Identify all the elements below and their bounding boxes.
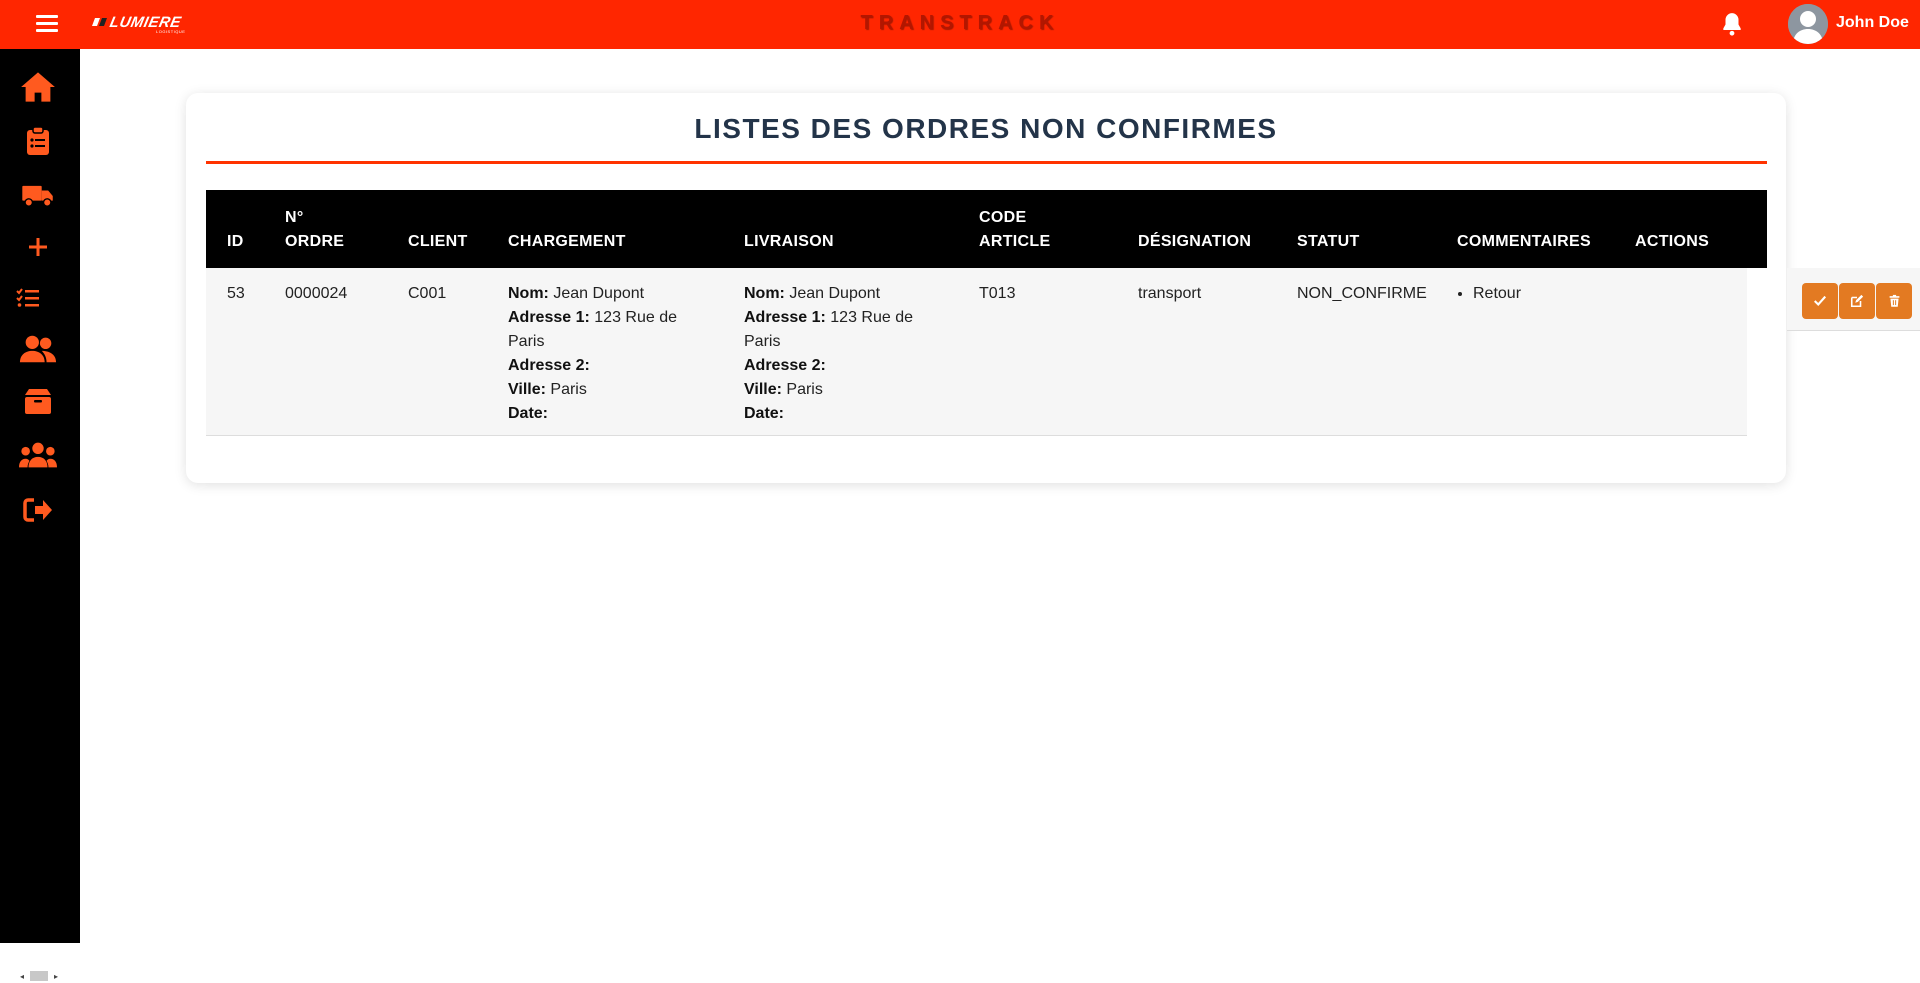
label-nom: Nom: xyxy=(508,285,549,302)
logo-stripes-icon xyxy=(92,18,107,26)
app-brand-title: TRANSTRACK xyxy=(860,12,1060,34)
label-ville: Ville: xyxy=(508,381,546,398)
plus-icon[interactable] xyxy=(18,227,58,267)
logo-subtitle: LOGISTIQUE xyxy=(156,29,186,34)
title-divider xyxy=(206,161,1767,164)
orders-card: LISTES DES ORDRES NON CONFIRMES ID N° OR… xyxy=(186,93,1920,483)
horizontal-scrollbar[interactable]: ◂ ▸ xyxy=(18,969,60,983)
edit-icon xyxy=(1850,294,1864,308)
chargement-ville: Paris xyxy=(550,381,587,398)
menu-toggle-icon[interactable] xyxy=(36,12,58,34)
cell-chargement: Nom: Jean Dupont Adresse 1: 123 Rue de P… xyxy=(508,282,708,426)
box-icon[interactable] xyxy=(18,381,58,421)
table-row: 53 0000024 C001 Nom: Jean Dupont Adresse… xyxy=(206,268,1747,436)
chargement-nom: Jean Dupont xyxy=(553,285,645,302)
header-order-number: N° ORDRE xyxy=(285,206,344,254)
header-client: CLIENT xyxy=(408,233,468,250)
table-header: ID N° ORDRE CLIENT CHARGEMENT LIVRAISON … xyxy=(206,190,1767,268)
comment-item: Retour xyxy=(1473,282,1521,306)
livraison-nom: Jean Dupont xyxy=(789,285,881,302)
header-chargement: CHARGEMENT xyxy=(508,233,626,250)
label-date: Date: xyxy=(508,405,549,422)
tasks-list-icon[interactable] xyxy=(8,278,48,318)
check-icon xyxy=(1814,295,1827,307)
logo[interactable]: LUMIERE LOGISTIQUE xyxy=(92,14,202,36)
delete-button[interactable] xyxy=(1876,283,1912,319)
top-bar: LUMIERE LOGISTIQUE TRANSTRACK John Doe xyxy=(0,0,1920,49)
header-designation: DÉSIGNATION xyxy=(1138,233,1252,250)
cell-client: C001 xyxy=(408,285,447,302)
header-actions: ACTIONS xyxy=(1635,233,1710,250)
group-icon[interactable] xyxy=(18,435,58,475)
label-adresse2: Adresse 2: xyxy=(508,357,590,374)
users-icon[interactable] xyxy=(18,329,58,369)
truck-icon[interactable] xyxy=(18,176,58,216)
home-icon[interactable] xyxy=(18,67,58,107)
scroll-left-icon[interactable]: ◂ xyxy=(20,972,24,981)
cell-id: 53 xyxy=(227,285,245,302)
livraison-ville: Paris xyxy=(786,381,823,398)
header-statut: STATUT xyxy=(1297,233,1360,250)
edit-button[interactable] xyxy=(1839,283,1875,319)
confirm-button[interactable] xyxy=(1802,283,1838,319)
header-code-article: CODE ARTICLE xyxy=(979,206,1050,254)
scroll-thumb[interactable] xyxy=(30,971,48,981)
label-adresse1: Adresse 1: xyxy=(508,309,590,326)
page-title: LISTES DES ORDRES NON CONFIRMES xyxy=(694,113,1278,144)
header-code-line1: CODE xyxy=(979,209,1027,226)
label-adresse2: Adresse 2: xyxy=(744,357,826,374)
cell-code-article: T013 xyxy=(979,285,1016,302)
cell-designation: transport xyxy=(1138,285,1202,302)
user-avatar[interactable] xyxy=(1788,4,1828,44)
trash-icon xyxy=(1889,294,1899,307)
header-livraison: LIVRAISON xyxy=(744,233,834,250)
header-id: ID xyxy=(227,233,244,250)
cell-commentaires: Retour xyxy=(1457,282,1521,306)
header-commentaires: COMMENTAIRES xyxy=(1457,233,1591,250)
label-nom: Nom: xyxy=(744,285,785,302)
cell-order-number: 0000024 xyxy=(285,285,348,302)
label-adresse1: Adresse 1: xyxy=(744,309,826,326)
header-code-line2: ARTICLE xyxy=(979,233,1051,250)
cell-statut: NON_CONFIRME xyxy=(1297,285,1427,302)
sidebar: ◂ ▸ xyxy=(0,49,80,983)
header-order-line1: N° xyxy=(285,209,304,226)
notification-bell-icon[interactable] xyxy=(1719,11,1745,37)
scroll-right-icon[interactable]: ▸ xyxy=(54,972,58,981)
header-order-line2: ORDRE xyxy=(285,233,345,250)
user-name[interactable]: John Doe xyxy=(1836,14,1909,32)
clipboard-list-icon[interactable] xyxy=(18,121,58,161)
label-ville: Ville: xyxy=(744,381,782,398)
cell-livraison: Nom: Jean Dupont Adresse 1: 123 Rue de P… xyxy=(744,282,944,426)
sign-out-icon[interactable] xyxy=(18,490,58,530)
label-date: Date: xyxy=(744,405,785,422)
cell-actions xyxy=(1787,268,1920,331)
